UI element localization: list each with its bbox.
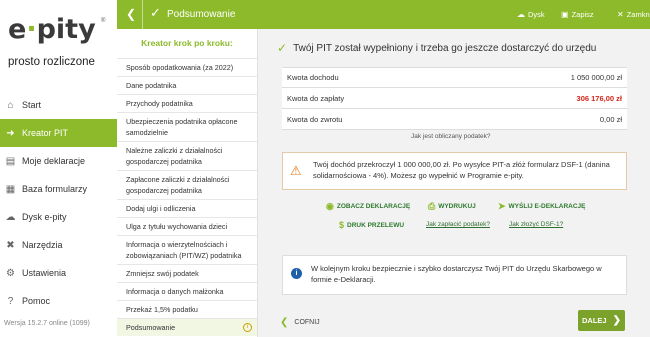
disk-button[interactable]: ☁ Dysk bbox=[517, 10, 545, 19]
sidebar-item-kreator-pit[interactable]: ➜ Kreator PIT bbox=[0, 119, 117, 147]
info-icon: i bbox=[243, 323, 252, 332]
table-row: Kwota do zapłaty 306 176,00 zł bbox=[282, 88, 627, 109]
transfer-form-button[interactable]: $ DRUK PRZELEWU bbox=[339, 220, 404, 230]
info-icon: i bbox=[291, 268, 302, 279]
step-item-active[interactable]: Podsumowanie i bbox=[117, 318, 257, 336]
sidebar-item-label: Kreator PIT bbox=[22, 128, 69, 138]
step-item[interactable]: Zapłacone zaliczki z działalności gospod… bbox=[117, 170, 257, 199]
summary-table: Kwota dochodu 1 050 000,00 zł Kwota do za… bbox=[282, 67, 627, 130]
how-to-pay-link[interactable]: Jak zapłacić podatek? bbox=[426, 221, 490, 228]
document-icon: ▤ bbox=[5, 155, 16, 167]
collapse-chevron-icon[interactable]: ❮ bbox=[126, 7, 136, 21]
step-item[interactable]: Należne zaliczki z działalności gospodar… bbox=[117, 141, 257, 170]
page-title: Podsumowanie bbox=[167, 9, 236, 20]
chevron-right-icon: ❯ bbox=[612, 315, 621, 326]
info-text: W kolejnym kroku bezpiecznie i szybko do… bbox=[311, 264, 602, 284]
tools-icon: ✖ bbox=[6, 239, 15, 251]
help-icon: ? bbox=[7, 295, 14, 307]
registered-mark: ® bbox=[101, 18, 106, 24]
save-button[interactable]: ▣ Zapisz bbox=[561, 10, 594, 19]
top-bar: ❮ ✓ Podsumowanie ☁Dysk ▣Zapisz ✕Zamknij bbox=[117, 0, 650, 29]
logo: e·pity ® prosto rozliczone bbox=[8, 14, 108, 84]
step-item[interactable]: Przekaż 1,5% podatku bbox=[117, 300, 257, 318]
sidebar-item-moje-deklaracje[interactable]: ▤ Moje deklaracje bbox=[0, 147, 117, 175]
how-to-file-dsf-link[interactable]: Jak złożyć DSF-1? bbox=[509, 221, 563, 228]
sidebar-item-start[interactable]: ⌂ Start bbox=[0, 91, 117, 119]
dollar-icon: $ bbox=[339, 220, 345, 230]
sidebar-item-label: Narzędzia bbox=[22, 240, 63, 250]
sidebar-item-label: Start bbox=[22, 100, 42, 110]
sidebar-item-narzedzia[interactable]: ✖ Narzędzia bbox=[0, 231, 117, 259]
sidebar-item-label: Moje deklaracje bbox=[22, 156, 86, 166]
sidebar-item-dysk[interactable]: ☁ Dysk e-pity bbox=[0, 203, 117, 231]
arrow-right-icon: ➜ bbox=[6, 127, 15, 139]
amount-due-value: 306 176,00 zł bbox=[576, 93, 622, 103]
print-button[interactable]: ⎙ WYDRUKUJ bbox=[428, 201, 476, 212]
steps-panel: Kreator krok po kroku: Sposób opodatkowa… bbox=[117, 29, 258, 337]
table-row: Kwota do zwrotu 0,00 zł bbox=[282, 109, 627, 130]
sidebar-item-ustawienia[interactable]: ⚙ Ustawienia bbox=[0, 259, 117, 287]
logo-tagline: prosto rozliczone bbox=[8, 56, 95, 68]
step-item[interactable]: Dane podatnika bbox=[117, 76, 257, 94]
sidebar-item-baza-formularzy[interactable]: ▦ Baza formularzy bbox=[0, 175, 117, 203]
step-item[interactable]: Ubezpieczenia podatnika opłacone samodzi… bbox=[117, 112, 257, 141]
summary-heading: ✓ Twój PIT został wypełniony i trzeba go … bbox=[277, 41, 597, 55]
chevron-left-icon: ❮ bbox=[280, 317, 289, 328]
folder-icon: ▦ bbox=[5, 183, 16, 195]
step-item[interactable]: Informacja o danych małżonka bbox=[117, 282, 257, 300]
warning-text: Twój dochód przekroczył 1 000 000,00 zł.… bbox=[313, 160, 610, 180]
cloud-icon: ☁ bbox=[517, 10, 525, 19]
close-icon: ✕ bbox=[617, 10, 624, 19]
sidebar-item-label: Baza formularzy bbox=[22, 184, 88, 194]
printer-icon: ⎙ bbox=[428, 201, 436, 211]
logo-wordmark: e·pity bbox=[8, 14, 96, 45]
check-icon: ✓ bbox=[277, 41, 288, 55]
close-button[interactable]: ✕Zamknij bbox=[617, 10, 650, 19]
step-item[interactable]: Zmniejsz swój podatek bbox=[117, 264, 257, 282]
sidebar: e·pity ® prosto rozliczone ⌂ Start ➜ Kreat… bbox=[0, 0, 118, 337]
home-icon: ⌂ bbox=[7, 99, 14, 111]
step-item[interactable]: Informacja o wierzytelnościach i zobowią… bbox=[117, 235, 257, 264]
step-item[interactable]: Sposób opodatkowania (za 2022) bbox=[117, 58, 257, 76]
tax-calculation-link[interactable]: Jak jest obliczany podatek? bbox=[411, 133, 491, 140]
warning-box: ⚠ Twój dochód przekroczył 1 000 000,00 z… bbox=[282, 152, 627, 190]
main-content: ✓ Twój PIT został wypełniony i trzeba go … bbox=[258, 29, 650, 337]
step-item[interactable]: Dodaj ulgi i odliczenia bbox=[117, 199, 257, 217]
step-label: Podsumowanie bbox=[126, 323, 176, 332]
step-item[interactable]: Ulga z tytułu wychowania dzieci bbox=[117, 217, 257, 235]
warning-icon: ⚠ bbox=[290, 163, 302, 178]
save-icon: ▣ bbox=[561, 10, 569, 19]
divider bbox=[142, 0, 143, 29]
sidebar-nav: ⌂ Start ➜ Kreator PIT ▤ Moje deklaracje ▦ Ba… bbox=[0, 91, 117, 315]
eye-icon: ◉ bbox=[326, 201, 334, 211]
version-label: Wersja 15.2.7 online (1099) bbox=[4, 320, 90, 327]
info-box: i W kolejnym kroku bezpiecznie i szybko … bbox=[282, 255, 627, 295]
step-item[interactable]: Przychody podatnika bbox=[117, 94, 257, 112]
gear-icon: ⚙ bbox=[6, 267, 15, 279]
steps-heading: Kreator krok po kroku: bbox=[141, 38, 233, 48]
sidebar-item-label: Dysk e-pity bbox=[22, 212, 67, 222]
send-icon: ➤ bbox=[498, 201, 506, 211]
sidebar-item-label: Pomoc bbox=[22, 296, 51, 306]
sidebar-item-label: Ustawienia bbox=[22, 268, 67, 278]
sidebar-item-pomoc[interactable]: ? Pomoc bbox=[0, 287, 117, 315]
back-button[interactable]: ❮ COFNIJ bbox=[280, 317, 320, 328]
send-e-declaration-button[interactable]: ➤ WYŚLIJ E-DEKLARACJĘ bbox=[498, 201, 585, 212]
table-row: Kwota dochodu 1 050 000,00 zł bbox=[282, 67, 627, 88]
next-button[interactable]: DALEJ ❯ bbox=[578, 310, 625, 331]
view-declaration-button[interactable]: ◉ ZOBACZ DEKLARACJĘ bbox=[326, 201, 410, 212]
cloud-icon: ☁ bbox=[5, 211, 16, 223]
